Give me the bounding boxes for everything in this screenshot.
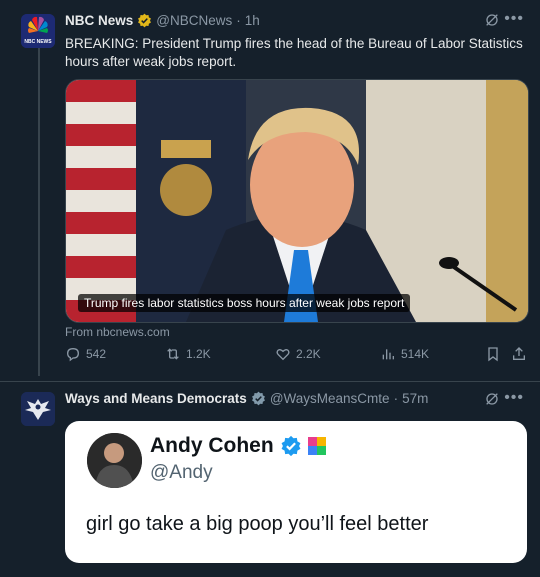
- like-button[interactable]: 2.2K: [275, 346, 321, 362]
- views-count: 514K: [401, 347, 430, 361]
- like-count: 2.2K: [296, 347, 321, 361]
- nbc-peacock-logo: NBC NEWS: [21, 14, 55, 48]
- tweet-actions: 542 1.2K 2.2K 514K: [65, 346, 530, 370]
- like-icon: [276, 349, 290, 361]
- verified-blue-badge-icon: [281, 435, 301, 457]
- views-icon: [382, 349, 394, 360]
- flag-stripes: [66, 80, 136, 322]
- thread-line: [38, 48, 40, 376]
- eagle-seal-icon: [21, 392, 55, 426]
- trump-photo: [66, 80, 528, 322]
- quoted-handle: @Andy: [150, 462, 213, 483]
- media-caption: Trump fires labor statistics boss hours …: [78, 294, 411, 312]
- more-icon[interactable]: •••: [504, 389, 524, 407]
- author-handle[interactable]: @WaysMeansCmte: [270, 391, 390, 406]
- repost-button[interactable]: 1.2K: [165, 346, 211, 362]
- bookmark-icon: [488, 347, 498, 362]
- quoted-author-name: Andy Cohen: [150, 434, 326, 458]
- tweet-header: Ways and Means Democrats @WaysMeansCmte …: [65, 391, 428, 406]
- grok-icon[interactable]: [484, 391, 500, 407]
- quoted-tweet-screenshot[interactable]: Andy Cohen @Andy girl go take a big poop…: [65, 421, 527, 563]
- ways-means-avatar[interactable]: [21, 392, 55, 426]
- nbc-news-avatar[interactable]: NBC NEWS: [21, 14, 55, 48]
- separator: ·: [393, 391, 399, 406]
- logo-text: NBC NEWS: [24, 39, 52, 45]
- reply-icon: [66, 347, 80, 362]
- share-button[interactable]: [511, 346, 527, 362]
- separator: ·: [236, 13, 241, 28]
- tweet-divider: [0, 381, 540, 382]
- tweet-header: NBC News @NBCNews · 1h: [65, 13, 260, 28]
- timestamp[interactable]: 1h: [245, 13, 260, 28]
- repost-icon: [167, 348, 179, 360]
- tweet-media-image[interactable]: Trump fires labor statistics boss hours …: [65, 79, 529, 323]
- author-handle[interactable]: @NBCNews: [156, 13, 232, 28]
- author-name[interactable]: NBC News: [65, 13, 133, 28]
- verified-gold-badge-icon: [138, 13, 152, 28]
- repost-count: 1.2K: [186, 347, 211, 361]
- verified-gray-badge-icon: [251, 391, 265, 406]
- quoted-name: Andy Cohen: [150, 434, 274, 457]
- author-name[interactable]: Ways and Means Democrats: [65, 391, 247, 406]
- quoted-text: girl go take a big poop you’ll feel bett…: [86, 513, 429, 535]
- timestamp[interactable]: 57m: [402, 391, 428, 406]
- more-icon[interactable]: •••: [504, 10, 524, 28]
- link-source[interactable]: From nbcnews.com: [65, 325, 170, 339]
- andy-cohen-avatar: [87, 433, 142, 488]
- tweet-text: BREAKING: President Trump fires the head…: [65, 36, 523, 69]
- bookmark-button[interactable]: [485, 346, 501, 362]
- grok-icon[interactable]: [484, 12, 500, 28]
- rainbow-affiliate-icon: [307, 437, 326, 455]
- views-button[interactable]: 514K: [380, 346, 429, 362]
- reply-count: 542: [86, 347, 107, 361]
- share-icon: [513, 347, 525, 360]
- reply-button[interactable]: 542: [65, 346, 106, 362]
